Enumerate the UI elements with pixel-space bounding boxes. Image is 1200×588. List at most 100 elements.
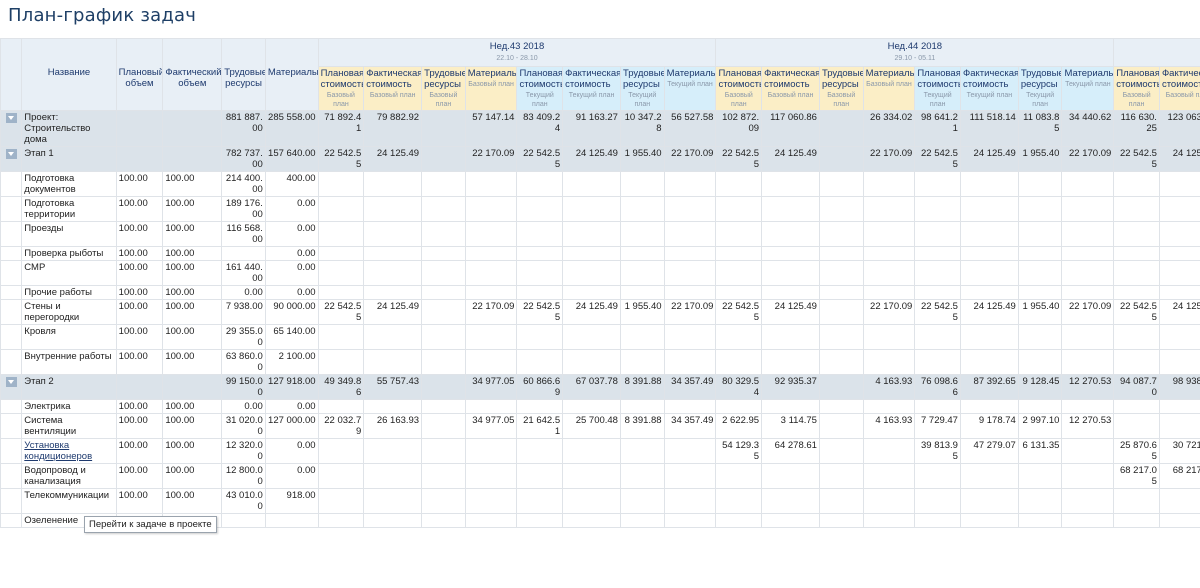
table-row[interactable]: СМР 100.00 100.00 161 440.00 0.00 (0, 260, 1200, 286)
sub-header-base[interactable]: Плановая стоимость Базовый план (317, 66, 365, 111)
cell-plan: 100.00 (115, 221, 164, 247)
sub-header-current[interactable]: Плановая стоимость Текущий план (914, 66, 961, 111)
week-value-cell (1061, 260, 1115, 286)
week-value-cell (862, 438, 916, 464)
sub-header-current[interactable]: Трудовые ресурсы Текущий план (619, 66, 665, 111)
table-row[interactable]: Внутренние работы 100.00 100.00 63 860.00 2 … (0, 349, 1200, 375)
collapse-toggle-icon[interactable] (5, 149, 17, 159)
week-value-cell: 10 347.28 (619, 110, 665, 147)
group-row[interactable]: Этап 2 99 150.00 127 918.00 49 349.86 55 757… (0, 374, 1200, 400)
week-dates: 22.10 - 28.10 (496, 55, 538, 62)
week-value-cell (562, 221, 621, 247)
table-body: Проект: Строительство дома 881 887.00 285 … (0, 110, 1200, 528)
week-value-cell (1017, 324, 1063, 350)
week-value-cell (1158, 488, 1200, 514)
header-plan-volume[interactable]: Плановый объем (115, 38, 164, 111)
week-value-cell (862, 285, 916, 300)
cell-labor: 881 887.00 (221, 110, 266, 147)
week-value-cell (464, 399, 518, 414)
sub-header-base[interactable]: Фактическая стоимость Базовый план (363, 66, 423, 111)
week-value-cell (1061, 171, 1115, 197)
task-name: Электрика (21, 399, 117, 414)
cell-labor (221, 513, 266, 528)
table-row[interactable]: Проезды 100.00 100.00 116 568.00 0.00 (0, 221, 1200, 247)
week-value-cell (818, 463, 864, 489)
cell-fact: 100.00 (162, 196, 223, 222)
sub-header-current[interactable]: Фактическая стоимость Текущий план (562, 66, 621, 111)
sub-header-base[interactable]: Трудовые ресурсы Базовый план (421, 66, 466, 111)
sub-header-current[interactable]: Материалы Текущий план (1061, 66, 1115, 111)
table-row[interactable]: Проверка рыботы 100.00 100.00 0.00 (0, 246, 1200, 261)
week-value-cell (1017, 488, 1063, 514)
week-value-cell (363, 438, 423, 464)
table-row[interactable]: Система вентиляции 100.00 100.00 31 020.00 1… (0, 413, 1200, 439)
cell-labor: 782 737.00 (221, 146, 266, 172)
week-value-cell (317, 171, 365, 197)
task-name: Этап 2 (21, 374, 117, 400)
week-value-cell (715, 196, 763, 222)
tree-cell (0, 299, 23, 325)
collapse-toggle-icon[interactable] (5, 377, 17, 387)
week-value-cell: 30 721.39 (1158, 438, 1200, 464)
week-value-cell (1113, 260, 1160, 286)
task-link[interactable]: Установка кондиционеров (24, 440, 92, 462)
sub-header-plan: Текущий план (628, 92, 657, 108)
week-value-cell (317, 221, 365, 247)
week-value-cell (421, 299, 466, 325)
week-value-cell (1113, 413, 1160, 439)
week-value-cell: 22 170.09 (663, 146, 717, 172)
sub-header-base[interactable]: Трудовые ресурсы Базовый план (818, 66, 864, 111)
week-value-cell (421, 146, 466, 172)
week-value-cell (464, 260, 518, 286)
sub-header-current[interactable]: Фактическая стоимость Текущий план (959, 66, 1019, 111)
sub-header-label: Фактическая стоимость (962, 68, 1019, 90)
sub-header-base[interactable]: Фактическая стоимость Базовый план (1158, 66, 1200, 111)
sub-header-base[interactable]: Фактическая стоимость Базовый план (761, 66, 820, 111)
sub-header-label: Фактическая стоимость (565, 68, 621, 90)
header-materials[interactable]: Материалы (264, 38, 319, 111)
cell-labor: 12 320.00 (221, 438, 266, 464)
table-row[interactable]: Подготовка территории 100.00 100.00 189 176… (0, 196, 1200, 222)
table-row[interactable]: Телекоммуникации 100.00 100.00 43 010.00 918… (0, 488, 1200, 514)
table-row[interactable]: Подготовка документов 100.00 100.00 214 400… (0, 171, 1200, 197)
sub-header-base[interactable]: Плановая стоимость Базовый план (715, 66, 763, 111)
sub-header-current[interactable]: Материалы Текущий план (663, 66, 717, 111)
header-labor[interactable]: Трудовые ресурсы (221, 38, 266, 111)
table-row[interactable]: Стены и перегородки 100.00 100.00 7 938.00 9… (0, 299, 1200, 325)
table-row[interactable]: Электрика 100.00 100.00 0.00 0.00 (0, 399, 1200, 414)
table-row[interactable]: Установка кондиционеров 100.00 100.00 12 32… (0, 438, 1200, 464)
week-dates: 29.10 - 05.11 (894, 55, 936, 62)
sub-header-plan: Базовый план (326, 92, 355, 108)
week-value-cell (862, 513, 916, 528)
header-name[interactable]: Название (21, 38, 117, 111)
week-value-cell (619, 349, 665, 375)
sub-header-base[interactable]: Материалы Базовый план (464, 66, 518, 111)
table-row[interactable]: Кровля 100.00 100.00 29 355.00 65 140.00 (0, 324, 1200, 350)
week-value-cell (862, 196, 916, 222)
task-name[interactable]: Установка кондиционеров (21, 438, 117, 464)
week-value-cell: 60 866.69 (516, 374, 564, 400)
tree-cell (0, 260, 23, 286)
sub-header-current[interactable]: Плановая стоимость Текущий план (516, 66, 564, 111)
sub-header-current[interactable]: Трудовые ресурсы Текущий план (1017, 66, 1063, 111)
table-row[interactable]: Водопровод и канализация 100.00 100.00 12 8… (0, 463, 1200, 489)
week-value-cell (959, 488, 1019, 514)
collapse-toggle-icon[interactable] (5, 113, 17, 123)
week-value-cell (1113, 221, 1160, 247)
sub-header-base[interactable]: Материалы Базовый план (862, 66, 916, 111)
group-row[interactable]: Этап 1 782 737.00 157 640.00 22 542.55 24 12… (0, 146, 1200, 172)
week-value-cell (761, 463, 820, 489)
week-value-cell (959, 513, 1019, 528)
cell-mat: 400.00 (264, 171, 319, 197)
cell-fact: 100.00 (162, 221, 223, 247)
sub-header-base[interactable]: Плановая стоимость Базовый план (1113, 66, 1160, 111)
week-value-cell (761, 399, 820, 414)
week-value-cell (516, 221, 564, 247)
week-value-cell: 22 170.09 (464, 146, 518, 172)
cell-labor: 0.00 (221, 399, 266, 414)
group-row[interactable]: Проект: Строительство дома 881 887.00 285 … (0, 110, 1200, 147)
table-row[interactable]: Прочие работы 100.00 100.00 0.00 0.00 (0, 285, 1200, 300)
header-fact-volume[interactable]: Фактический объем (162, 38, 223, 111)
week-value-cell (959, 463, 1019, 489)
sub-header-plan: Базовый план (827, 92, 856, 108)
